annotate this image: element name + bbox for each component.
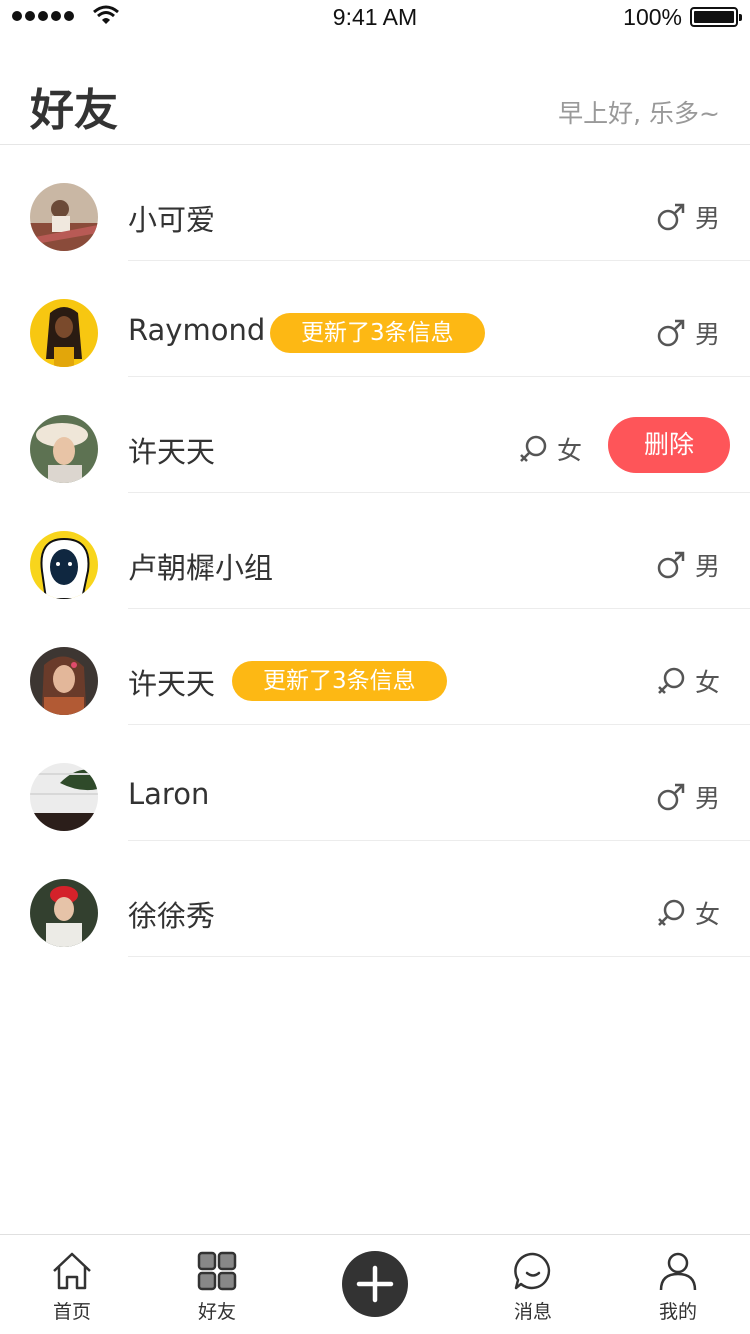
male-icon [657, 783, 685, 811]
gender-label: 男 [694, 320, 720, 349]
gender-label: 男 [694, 784, 720, 813]
gender-label: 女 [694, 668, 720, 697]
avatar[interactable] [30, 183, 98, 251]
tab-bar: 首页 好友 消息 我的 [0, 1234, 750, 1334]
female-icon [658, 667, 685, 694]
greeting-text: 早上好, 乐多~ [558, 99, 720, 128]
tab-label: 我的 [658, 1301, 697, 1323]
friend-row[interactable]: 许天天 更新了3条信息 女 [0, 609, 750, 725]
status-bar: 9:41 AM 100% [0, 0, 750, 34]
user-icon [659, 1252, 697, 1291]
friend-row[interactable]: 小可爱 男 [0, 145, 750, 261]
friend-name: 许天天 [128, 435, 216, 469]
gender-indicator: 男 [655, 547, 720, 583]
tab-friends[interactable]: 好友 [167, 1249, 267, 1324]
tab-label: 好友 [197, 1301, 236, 1323]
gender-label: 女 [556, 436, 582, 465]
friend-name: Raymond [128, 313, 266, 347]
male-icon [657, 551, 685, 579]
plus-icon [356, 1265, 394, 1303]
friend-name: Laron [128, 777, 210, 811]
home-icon [53, 1252, 91, 1290]
gender-label: 男 [694, 204, 720, 233]
male-icon [657, 319, 685, 347]
battery-icon [690, 7, 742, 27]
female-icon [520, 435, 547, 462]
tab-label: 消息 [513, 1301, 552, 1323]
friend-row[interactable]: 卢朝樨小组 男 [0, 493, 750, 609]
female-icon [658, 899, 685, 926]
divider [128, 956, 750, 957]
tab-home[interactable]: 首页 [22, 1249, 122, 1324]
avatar[interactable] [30, 531, 98, 599]
tab-profile[interactable]: 我的 [628, 1249, 728, 1324]
male-icon [657, 203, 685, 231]
update-badge: 更新了3条信息 [232, 661, 447, 701]
page-title: 好友 [30, 85, 118, 136]
friend-list: 小可爱 男 Raymond 更新了3条信息 男 许天天 女 删除 卢朝樨小组 男… [0, 145, 750, 957]
friend-name: 卢朝樨小组 [128, 551, 274, 585]
friend-name: 徐徐秀 [128, 899, 216, 933]
delete-button[interactable]: 删除 [608, 417, 730, 473]
gender-label: 男 [694, 552, 720, 581]
avatar[interactable] [30, 763, 98, 831]
avatar[interactable] [30, 879, 98, 947]
friend-row[interactable]: Raymond 更新了3条信息 男 [0, 261, 750, 377]
avatar[interactable] [30, 299, 98, 367]
add-button[interactable] [342, 1251, 408, 1317]
gender-indicator: 女 [655, 895, 720, 931]
avatar[interactable] [30, 415, 98, 483]
tab-label: 首页 [52, 1301, 91, 1323]
friend-row[interactable]: Laron 男 [0, 725, 750, 841]
gender-indicator: 男 [655, 779, 720, 815]
gender-indicator: 女 [655, 663, 720, 699]
friend-name: 小可爱 [128, 203, 216, 237]
update-badge: 更新了3条信息 [270, 313, 485, 353]
gender-label: 女 [694, 900, 720, 929]
tab-messages[interactable]: 消息 [483, 1249, 583, 1324]
page-header: 好友 早上好, 乐多~ [0, 60, 750, 145]
gender-indicator: 男 [655, 315, 720, 351]
gender-indicator: 女 [517, 431, 582, 467]
gender-indicator: 男 [655, 199, 720, 235]
battery-percentage: 100% [623, 4, 682, 30]
friend-name: 许天天 [128, 667, 216, 701]
avatar[interactable] [30, 647, 98, 715]
grid-icon [197, 1251, 237, 1291]
chat-bubble-icon [514, 1252, 551, 1290]
friend-row[interactable]: 许天天 女 删除 [0, 377, 750, 493]
friend-row[interactable]: 徐徐秀 女 [0, 841, 750, 957]
